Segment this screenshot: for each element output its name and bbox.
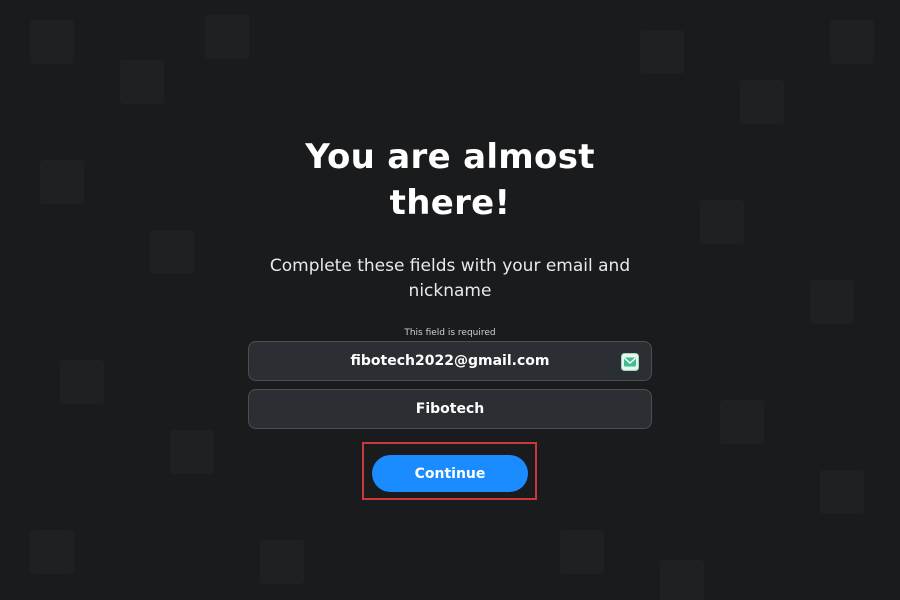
instructions-text: Complete these fields with your email an… (269, 256, 631, 301)
page-title: You are almost there! (305, 137, 595, 223)
mail-icon (621, 353, 639, 371)
nickname-field-container (248, 389, 652, 429)
almost-there-dialog: You are almost there! Complete these fie… (0, 0, 900, 600)
email-field-container (248, 341, 652, 381)
nickname-field[interactable] (249, 390, 651, 428)
email-field[interactable] (249, 342, 651, 380)
continue-button[interactable]: Continue (372, 455, 528, 492)
required-field-note: This field is required (404, 328, 496, 338)
